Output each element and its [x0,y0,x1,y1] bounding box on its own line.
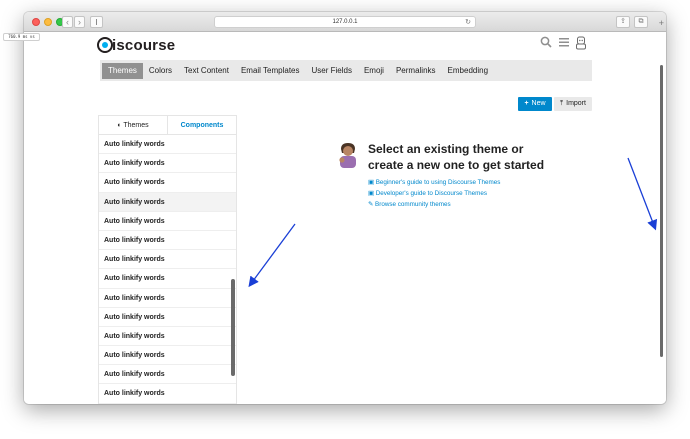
annotation-arrow-right [627,157,658,231]
profiler-badge[interactable]: 760.9 ms vs [3,33,40,41]
annotation-arrows [248,157,658,288]
annotation-arrow-left [248,223,296,288]
